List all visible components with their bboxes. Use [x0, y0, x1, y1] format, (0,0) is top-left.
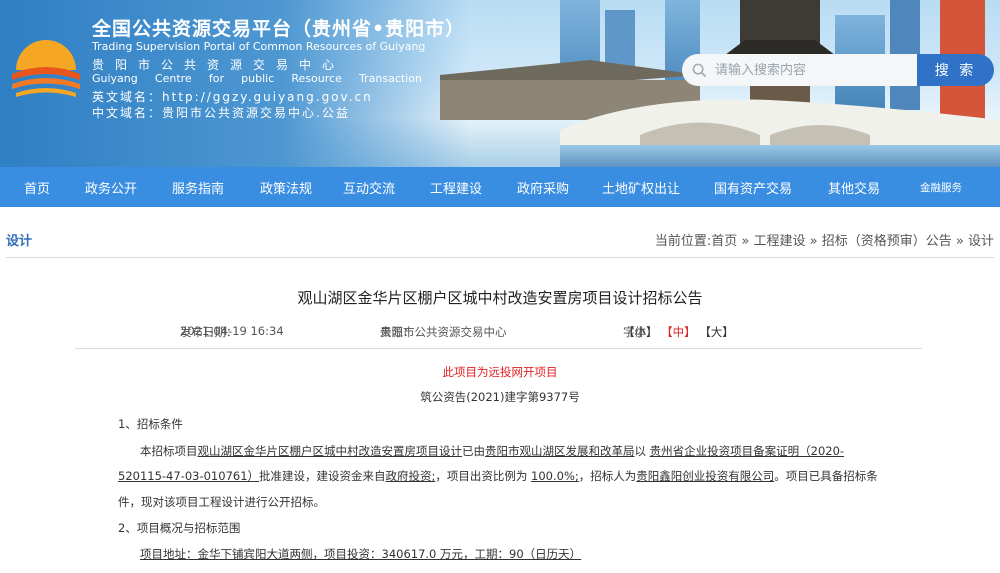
breadcrumb-bar: 设计 当前位置:首页 » 工程建设 » 招标（资格预审）公告 » 设计	[6, 222, 994, 258]
breadcrumb-link-tender-notice[interactable]: 招标（资格预审）公告	[822, 234, 952, 249]
header-banner: 全国公共资源交易平台（贵州省•贵阳市） Trading Supervision …	[0, 0, 1000, 167]
nav-item-land-mining[interactable]: 土地矿权出让	[588, 178, 694, 197]
search-button[interactable]: 搜 索	[917, 54, 994, 86]
remote-bid-notice: 此项目为远投网开项目	[442, 365, 558, 379]
org-name-cn: 贵阳市公共资源交易中心	[92, 58, 346, 72]
search-box	[682, 54, 917, 86]
nav-item-interaction[interactable]: 互动交流	[324, 178, 414, 197]
nav-item-home[interactable]: 首页	[0, 178, 74, 197]
section-title: 设计	[6, 234, 33, 249]
nav-item-service-guide[interactable]: 服务指南	[148, 178, 248, 197]
breadcrumb-link-home[interactable]: 首页	[711, 234, 737, 249]
meta-divider	[75, 348, 922, 349]
font-large-button[interactable]: 【大】	[699, 325, 734, 339]
main-nav: 首页 政务公开 服务指南 政策法规 互动交流 工程建设 政府采购 土地矿权出让 …	[0, 167, 1000, 207]
english-domain: 英文域名：http://ggzy.guiyang.gov.cn	[92, 90, 373, 104]
paragraph-1-line-2: 520115-47-03-010761）批准建设，建设资金来自政府投资;，项目出…	[118, 469, 878, 483]
nav-item-finance[interactable]: 金融服务	[896, 180, 986, 195]
breadcrumb-link-design[interactable]: 设计	[968, 234, 994, 249]
section-1-heading: 1、招标条件	[118, 417, 183, 431]
section-2-heading: 2、项目概况与招标范围	[118, 521, 241, 535]
nav-item-policy[interactable]: 政策法规	[248, 178, 324, 197]
font-medium-button[interactable]: 【中】	[661, 325, 696, 339]
breadcrumb-link-engineering[interactable]: 工程建设	[754, 234, 806, 249]
platform-logo-icon	[12, 40, 80, 97]
site-title-en: Trading Supervision Portal of Common Res…	[92, 40, 426, 53]
font-size-controls: 字体： 【小】 【中】 【大】	[623, 325, 734, 339]
search-input[interactable]	[715, 62, 905, 78]
nav-item-state-assets[interactable]: 国有资产交易	[694, 178, 812, 197]
project-overview: 项目地址：金华下铺宾阳大道两侧，项目投资：340617.0 万元，工期：90（日…	[140, 547, 582, 561]
nav-item-other-trade[interactable]: 其他交易	[812, 178, 896, 197]
chinese-domain: 中文域名：贵阳市公共资源交易中心.公益	[92, 106, 350, 120]
paragraph-1-line-3: 件，现对该项目工程设计进行公开招标。	[118, 495, 325, 509]
nav-item-procurement[interactable]: 政府采购	[498, 178, 588, 197]
nav-item-engineering[interactable]: 工程建设	[414, 178, 498, 197]
search-icon	[692, 63, 707, 77]
document-number: 筑公资告(2021)建字第9377号	[420, 390, 580, 404]
nav-item-gov-affairs[interactable]: 政务公开	[74, 178, 148, 197]
site-title: 全国公共资源交易平台（贵州省•贵阳市）	[92, 18, 466, 40]
org-name-en: Guiyang Centre for public Resource Trans…	[92, 72, 422, 85]
breadcrumb: 当前位置:首页 » 工程建设 » 招标（资格预审）公告 » 设计	[654, 234, 994, 249]
article-title: 观山湖区金华片区棚户区城中村改造安置房项目设计招标公告	[297, 289, 703, 307]
paragraph-1-line-1: 本招标项目观山湖区金华片区棚户区城中村改造安置房项目设计已由贵阳市观山湖区发展和…	[140, 444, 845, 458]
